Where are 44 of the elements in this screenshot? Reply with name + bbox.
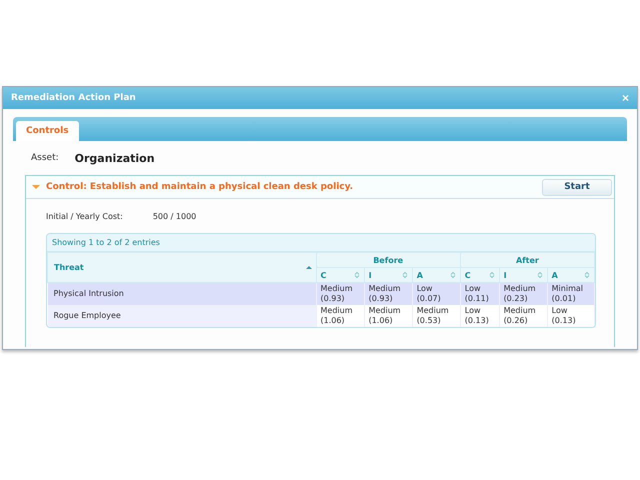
cost-label: Initial / Yearly Cost: (46, 212, 123, 221)
control-header[interactable]: Control: Establish and maintain a physical clean desk policy. Start (26, 176, 614, 199)
sort-icon[interactable] (450, 271, 456, 279)
column-header[interactable]: C (460, 268, 500, 282)
table-cell: Medium (0.93) (364, 282, 412, 305)
tab[interactable]: Controls (16, 121, 79, 141)
table-cell: Medium (0.26) (499, 305, 548, 327)
column-header[interactable]: A (412, 268, 460, 282)
sort-icon[interactable] (402, 271, 408, 279)
control-title: Control: Establish and maintain a physical clean desk policy. (46, 182, 354, 192)
column-header[interactable]: C (316, 268, 364, 282)
asset-label: Asset: (31, 153, 59, 163)
close-button[interactable]: × (622, 91, 629, 105)
sort-icon[interactable] (536, 271, 543, 279)
group-header: Before (316, 252, 460, 268)
table-row[interactable]: Rogue Employee Medium (1.06) Medium (1.06) Medium (0.53) Low (0.13) Medium (0.26) Low (0.13) (48, 305, 594, 327)
table-cell: Low (0.11) (460, 282, 500, 305)
cost-value: 500 / 1000 (152, 212, 196, 221)
sort-icon[interactable] (584, 271, 590, 279)
sort-ascending-icon[interactable] (306, 264, 312, 272)
table-cell: Physical Intrusion (48, 282, 316, 305)
table-cell: Low (0.13) (547, 305, 594, 327)
group-header: After (460, 252, 594, 268)
table-cell: Medium (1.06) (364, 305, 412, 327)
asset-value: Organization (74, 152, 155, 164)
sort-icon[interactable] (354, 271, 360, 279)
start-button[interactable]: Start (542, 178, 612, 196)
table-cell: Medium (1.06) (316, 305, 364, 327)
table-cell: Medium (0.23) (499, 282, 548, 305)
window-title: Remediation Action Plan (11, 93, 136, 103)
table-cell: Rogue Employee (48, 305, 316, 327)
table-cell: Low (0.13) (460, 305, 500, 327)
column-header[interactable]: A (547, 268, 594, 282)
column-header[interactable]: I (364, 268, 412, 282)
entries-info: Showing 1 to 2 of 2 entries (47, 234, 595, 252)
caret-icon[interactable] (32, 184, 40, 190)
column-header[interactable]: Threat (48, 252, 316, 282)
table-row[interactable]: Physical Intrusion Medium (0.93) Medium (0.93) Low (0.07) Low (0.11) Medium (0.23) Minimal (0.01) (48, 282, 594, 305)
table-cell: Low (0.07) (412, 282, 460, 305)
table-cell: Medium (0.93) (316, 282, 364, 305)
column-header[interactable]: I (499, 268, 548, 282)
table-cell: Medium (0.53) (412, 305, 460, 327)
table-cell: Minimal (0.01) (547, 282, 594, 305)
sort-icon[interactable] (488, 271, 495, 279)
